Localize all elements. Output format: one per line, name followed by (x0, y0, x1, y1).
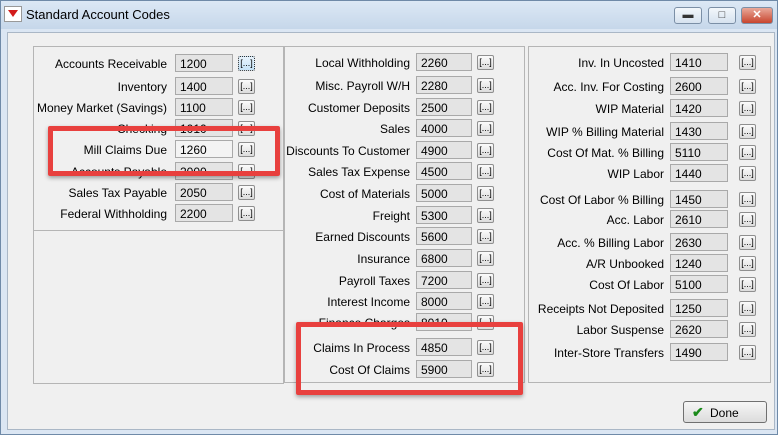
acc-billing-labor-label: Acc. % Billing Labor (557, 236, 664, 250)
cost-of-mat-billing-label: Cost Of Mat. % Billing (547, 146, 664, 160)
account-row-acc-billing-labor: Acc. % Billing Labor 2630 [...] (8, 233, 774, 253)
acc-inv-for-costing-browse-button[interactable]: [...] (739, 79, 756, 94)
labor-suspense-label: Labor Suspense (576, 323, 664, 337)
cost-of-labor-code-field[interactable]: 5100 (670, 275, 728, 293)
labor-suspense-code-field[interactable]: 2620 (670, 320, 728, 338)
receipts-not-deposited-code-field[interactable]: 1250 (670, 299, 728, 317)
account-row-acc-inv-for-costing: Acc. Inv. For Costing 2600 [...] (8, 77, 774, 97)
a-r-unbooked-browse-button[interactable]: [...] (739, 256, 756, 271)
acc-billing-labor-code-field[interactable]: 2630 (670, 233, 728, 251)
account-row-inv-in-uncosted: Inv. In Uncosted 1410 [...] (8, 53, 774, 73)
account-row-cost-of-labor: Cost Of Labor 5100 [...] (8, 275, 774, 295)
minimize-button[interactable]: ▬ (674, 7, 702, 24)
wip-material-label: WIP Material (595, 102, 664, 116)
checkmark-icon: ✔ (692, 404, 704, 420)
maximize-button[interactable]: □ (708, 7, 736, 24)
inv-in-uncosted-browse-button[interactable]: [...] (739, 55, 756, 70)
wip-material-code-field[interactable]: 1420 (670, 99, 728, 117)
account-row-a-r-unbooked: A/R Unbooked 1240 [...] (8, 254, 774, 274)
wip-labor-code-field[interactable]: 1440 (670, 164, 728, 182)
cost-of-mat-billing-code-field[interactable]: 5110 (670, 143, 728, 161)
cost-of-labor-billing-label: Cost Of Labor % Billing (539, 193, 664, 207)
a-r-unbooked-label: A/R Unbooked (585, 257, 664, 271)
inv-in-uncosted-code-field[interactable]: 1410 (670, 53, 728, 71)
acc-inv-for-costing-code-field[interactable]: 2600 (670, 77, 728, 95)
highlight-box-claims (296, 322, 523, 395)
account-row-acc-labor: Acc. Labor 2610 [...] (8, 210, 774, 230)
wip-billing-material-code-field[interactable]: 1430 (670, 122, 728, 140)
highlight-box-mill-claims (48, 126, 280, 176)
cost-of-labor-label: Cost Of Labor (589, 278, 664, 292)
wip-material-browse-button[interactable]: [...] (739, 101, 756, 116)
acc-labor-code-field[interactable]: 2610 (670, 210, 728, 228)
close-button[interactable]: ✕ (741, 7, 773, 24)
account-row-receipts-not-deposited: Receipts Not Deposited 1250 [...] (8, 299, 774, 319)
a-r-unbooked-code-field[interactable]: 1240 (670, 254, 728, 272)
done-button[interactable]: ✔ Done (683, 401, 767, 423)
account-row-cost-of-labor-billing: Cost Of Labor % Billing 1450 [...] (8, 190, 774, 210)
labor-suspense-browse-button[interactable]: [...] (739, 322, 756, 337)
acc-billing-labor-browse-button[interactable]: [...] (739, 235, 756, 250)
wip-labor-browse-button[interactable]: [...] (739, 166, 756, 181)
receipts-not-deposited-browse-button[interactable]: [...] (739, 301, 756, 316)
account-row-wip-material: WIP Material 1420 [...] (8, 99, 774, 119)
inter-store-transfers-code-field[interactable]: 1490 (670, 343, 728, 361)
title-bar[interactable]: Standard Account Codes ▬ □ ✕ (1, 1, 777, 29)
app-logo-icon (4, 6, 22, 22)
cost-of-labor-browse-button[interactable]: [...] (739, 277, 756, 292)
inter-store-transfers-browse-button[interactable]: [...] (739, 345, 756, 360)
cost-of-mat-billing-browse-button[interactable]: [...] (739, 145, 756, 160)
acc-labor-browse-button[interactable]: [...] (739, 212, 756, 227)
wip-billing-material-browse-button[interactable]: [...] (739, 124, 756, 139)
acc-labor-label: Acc. Labor (606, 213, 664, 227)
inter-store-transfers-label: Inter-Store Transfers (553, 346, 664, 360)
inv-in-uncosted-label: Inv. In Uncosted (578, 56, 664, 70)
cost-of-labor-billing-code-field[interactable]: 1450 (670, 190, 728, 208)
done-label: Done (710, 406, 739, 420)
wip-billing-material-label: WIP % Billing Material (546, 125, 664, 139)
receipts-not-deposited-label: Receipts Not Deposited (537, 302, 664, 316)
acc-inv-for-costing-label: Acc. Inv. For Costing (553, 80, 664, 94)
window-title: Standard Account Codes (26, 7, 170, 22)
wip-labor-label: WIP Labor (607, 167, 664, 181)
cost-of-labor-billing-browse-button[interactable]: [...] (739, 192, 756, 207)
